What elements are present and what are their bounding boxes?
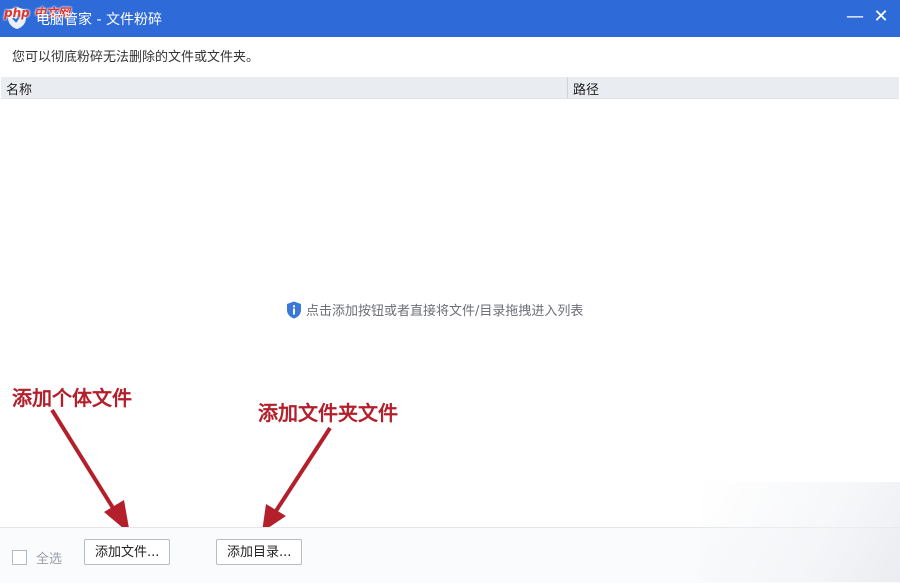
annotation-add-folder: 添加文件夹文件 — [258, 401, 398, 425]
empty-list-hint: 点击添加按钮或者直接将文件/目录拖拽进入列表 — [286, 300, 583, 319]
select-all-label[interactable]: 全选 — [36, 548, 62, 567]
page-description: 您可以彻底粉碎无法删除的文件或文件夹。 — [12, 50, 260, 65]
column-header-name[interactable]: 名称 — [6, 79, 32, 98]
column-divider[interactable] — [567, 77, 568, 98]
select-all-checkbox[interactable] — [12, 550, 27, 565]
add-directory-button[interactable]: 添加目录... — [216, 539, 303, 565]
window-title: 电脑管家 - 文件粉碎 — [36, 12, 162, 28]
minimize-icon[interactable]: — — [842, 4, 868, 30]
title-bar: php 中文网 电脑管家 - 文件粉碎 — ✕ — [0, 0, 900, 37]
shield-info-icon — [287, 301, 301, 318]
decorative-watermark-shape — [700, 482, 900, 582]
add-file-button[interactable]: 添加文件... — [84, 539, 171, 565]
empty-list-hint-text: 点击添加按钮或者直接将文件/目录拖拽进入列表 — [306, 304, 584, 319]
list-header: 名称 路径 — [1, 77, 899, 99]
column-header-path[interactable]: 路径 — [573, 79, 599, 98]
annotation-add-file: 添加个体文件 — [12, 386, 132, 410]
close-icon[interactable]: ✕ — [868, 4, 894, 30]
